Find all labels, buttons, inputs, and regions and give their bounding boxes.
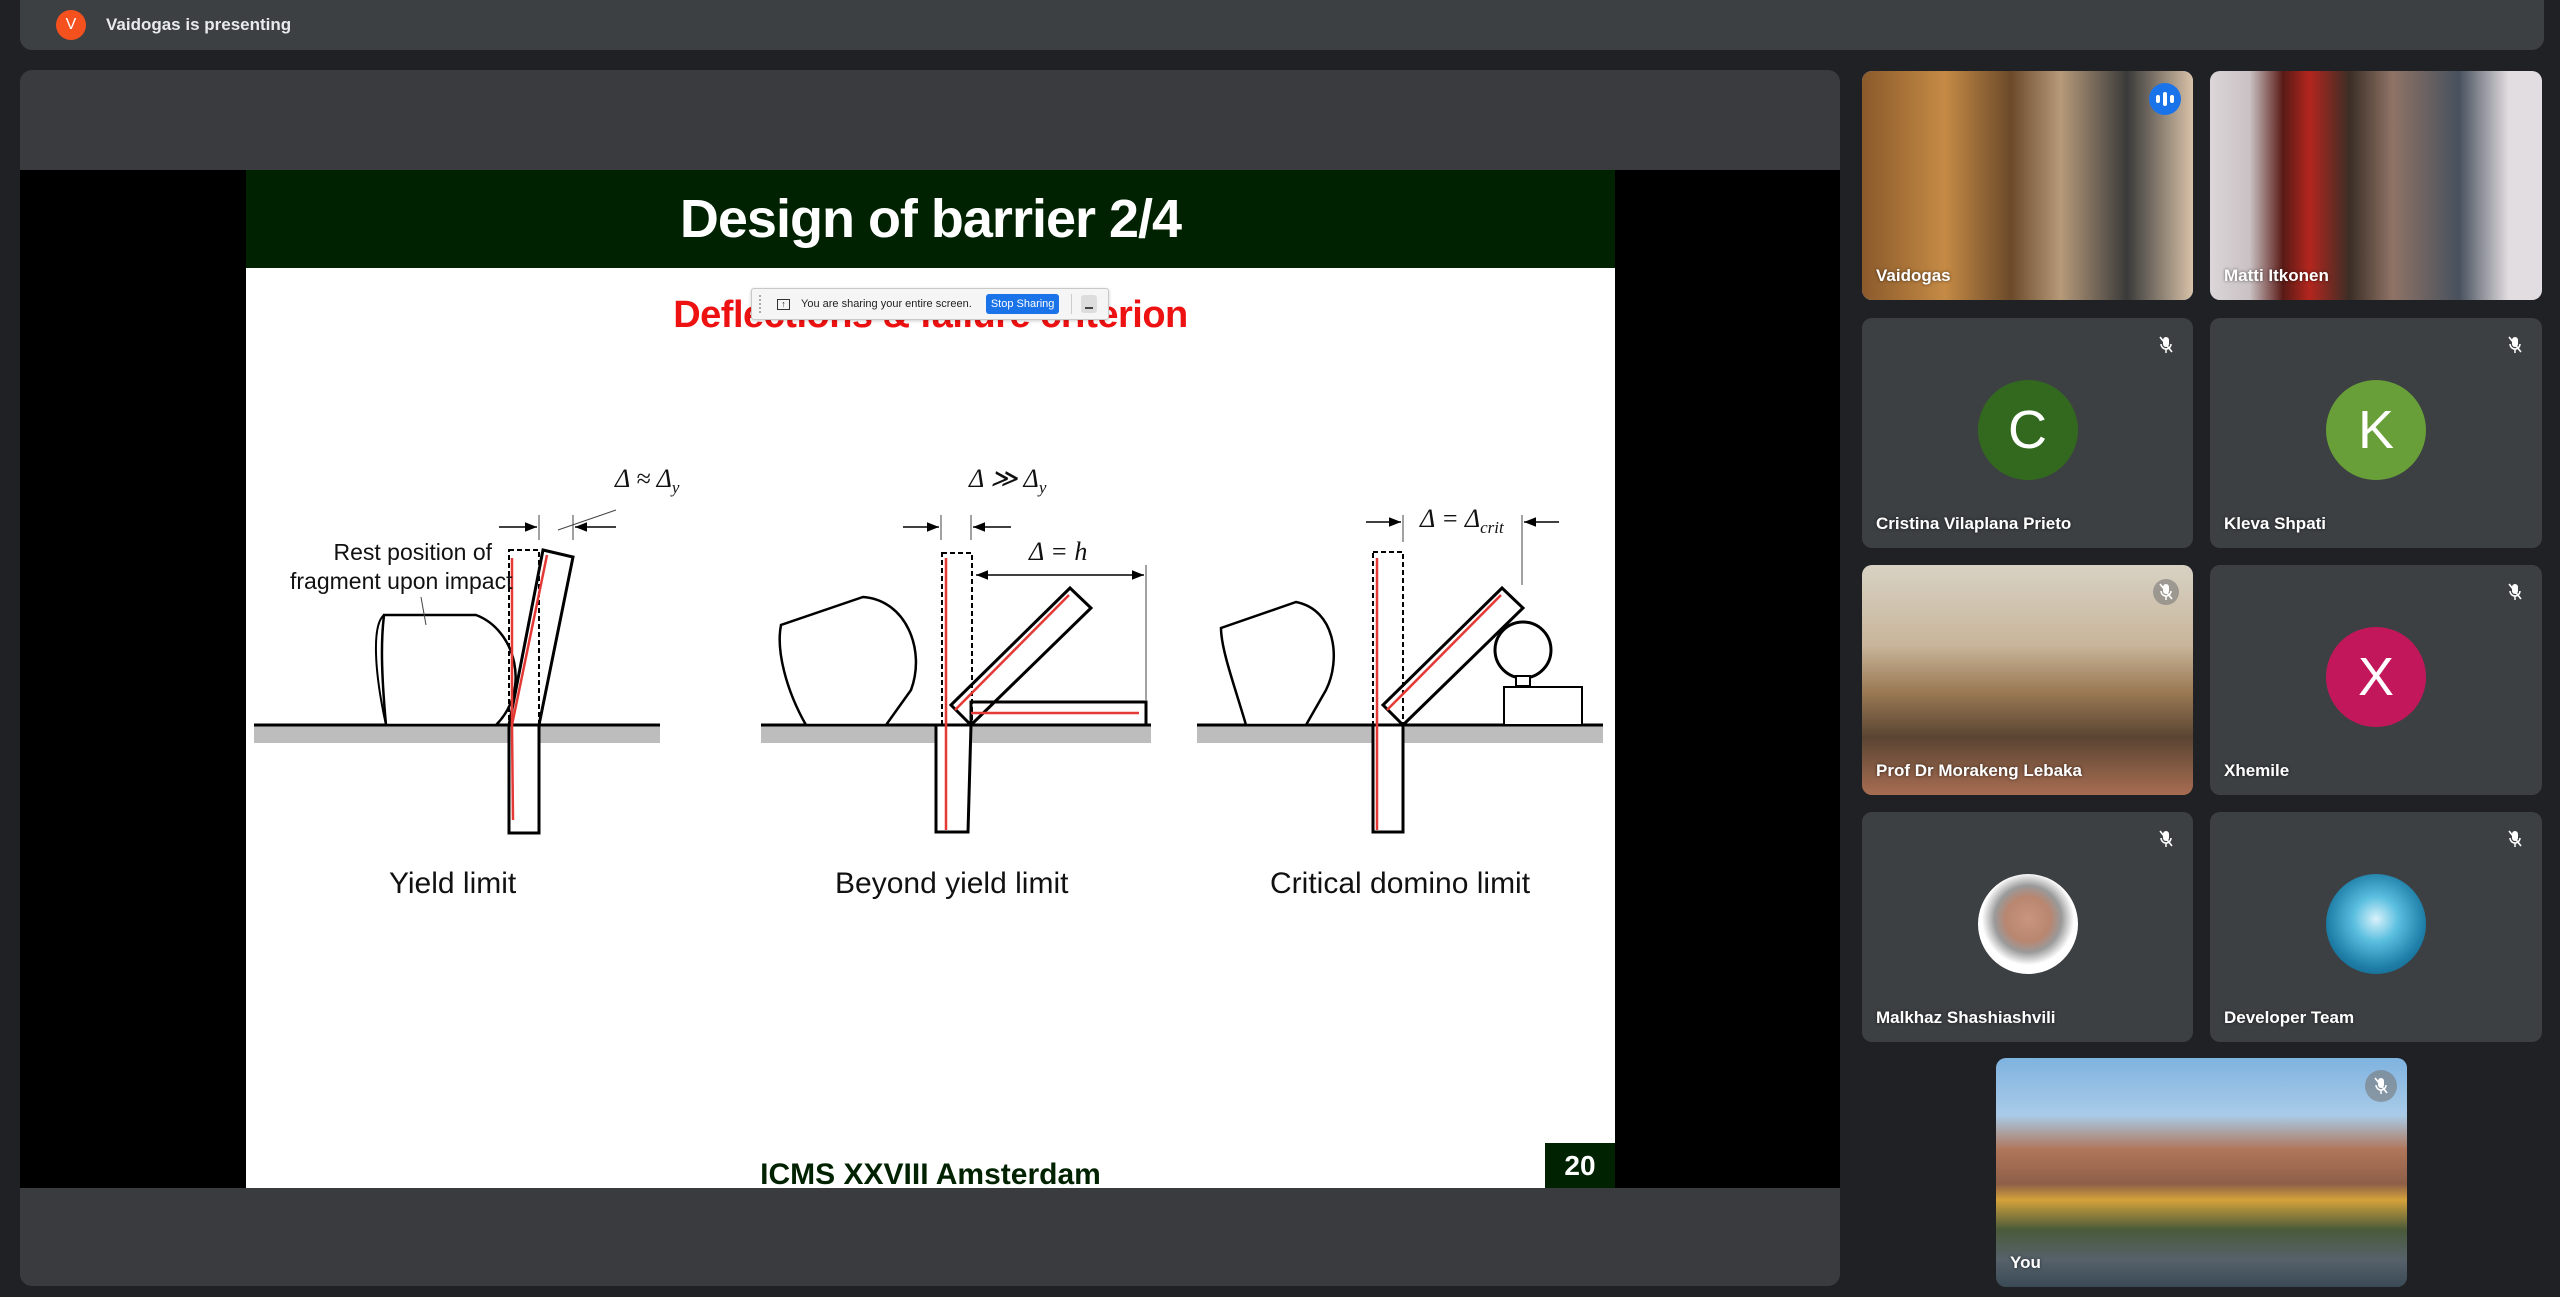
participant-name: Kleva Shpati bbox=[2224, 514, 2327, 533]
label-beyond-yield: Beyond yield limit bbox=[835, 867, 1069, 900]
participant-name: Cristina Vilaplana Prieto bbox=[1876, 514, 2072, 533]
ground bbox=[254, 725, 660, 743]
mic-off-icon bbox=[2502, 826, 2528, 852]
drag-handle-icon[interactable] bbox=[759, 295, 763, 313]
participant-tile-malkhaz[interactable]: Malkhaz Shashiashvili bbox=[1862, 812, 2193, 1042]
target-base bbox=[1503, 686, 1583, 726]
annotation-line-2: fragment upon impact bbox=[290, 568, 513, 594]
participant-tile-developer-team[interactable]: Developer Team bbox=[2210, 812, 2542, 1042]
mic-off-icon bbox=[2365, 1070, 2397, 1102]
self-video bbox=[1996, 1058, 2407, 1287]
mic-off-icon bbox=[2153, 826, 2179, 852]
participant-tile-cristina[interactable]: C Cristina Vilaplana Prieto bbox=[1862, 318, 2193, 548]
participant-name: Developer Team bbox=[2224, 1008, 2355, 1027]
minimize-button[interactable] bbox=[1081, 295, 1098, 313]
participant-name: Prof Dr Morakeng Lebaka bbox=[1876, 761, 2082, 780]
diagram-beyond-yield bbox=[761, 515, 1151, 834]
participant-tile-xhemile[interactable]: X Xhemile bbox=[2210, 565, 2542, 795]
slide-page-number: 20 bbox=[1545, 1143, 1615, 1188]
participant-tile-matti[interactable]: Matti Itkonen bbox=[2210, 71, 2542, 300]
share-message: You are sharing your entire screen. bbox=[801, 298, 972, 310]
label-yield-limit: Yield limit bbox=[389, 867, 517, 900]
stop-sharing-button[interactable]: Stop Sharing bbox=[985, 294, 1060, 314]
participant-tile-vaidogas[interactable]: Vaidogas bbox=[1862, 71, 2193, 300]
target-sphere bbox=[1493, 620, 1553, 680]
participant-photo bbox=[1977, 874, 2078, 974]
mic-off-icon bbox=[2502, 332, 2528, 358]
mic-off-icon bbox=[2502, 579, 2528, 605]
participant-tile-kleva[interactable]: K Kleva Shpati bbox=[2210, 318, 2542, 548]
participant-avatar: X bbox=[2326, 627, 2426, 727]
participant-tile-lebaka[interactable]: Prof Dr Morakeng Lebaka bbox=[1862, 565, 2193, 795]
dim-label-crit: Δ = Δcrit bbox=[1420, 504, 1504, 538]
self-view-tile[interactable]: You bbox=[1996, 1058, 2407, 1287]
diagram-critical-domino bbox=[1197, 515, 1603, 834]
participant-name: Matti Itkonen bbox=[2224, 266, 2329, 285]
presentation-panel[interactable]: Design of barrier 2/4 Deflections & fail… bbox=[20, 70, 1840, 1286]
dim-label-h: Δ = h bbox=[1029, 537, 1088, 566]
slide-footer: ICMS XXVIII Amsterdam bbox=[760, 1158, 1101, 1188]
fragment-shape bbox=[1219, 600, 1336, 727]
mic-off-icon bbox=[2153, 332, 2179, 358]
fragment-shape bbox=[778, 595, 918, 727]
participant-name: Xhemile bbox=[2224, 761, 2290, 780]
speaking-indicator-icon bbox=[2149, 83, 2181, 115]
shared-screen: Design of barrier 2/4 Deflections & fail… bbox=[20, 170, 1840, 1188]
target-support bbox=[1515, 675, 1531, 687]
dim-label-beyond: Δ ≫ Δy bbox=[969, 464, 1047, 498]
participant-name: Vaidogas bbox=[1876, 266, 1951, 285]
barrier-embedded bbox=[934, 723, 973, 834]
participant-avatar: K bbox=[2326, 380, 2426, 480]
presenting-status: Vaidogas is presenting bbox=[106, 15, 292, 34]
participant-photo bbox=[2326, 874, 2426, 974]
presenter-avatar: V bbox=[56, 10, 86, 40]
annotation-rest-position: Rest position of fragment upon impact bbox=[290, 538, 512, 596]
participant-name: You bbox=[2010, 1253, 2041, 1272]
participant-avatar: C bbox=[1977, 380, 2078, 480]
participant-name: Malkhaz Shashiashvili bbox=[1876, 1008, 2056, 1027]
fragment-shape bbox=[380, 613, 517, 727]
divider bbox=[1071, 294, 1073, 314]
slide: Design of barrier 2/4 Deflections & fail… bbox=[246, 170, 1615, 1188]
deflection-diagrams bbox=[254, 509, 1603, 835]
label-critical-domino: Critical domino limit bbox=[1270, 867, 1531, 900]
mic-off-icon bbox=[2153, 579, 2179, 605]
annotation-line-1: Rest position of bbox=[333, 539, 492, 565]
dim-label-yield: Δ ≈ Δy bbox=[615, 464, 680, 498]
presenting-bar: V Vaidogas is presenting bbox=[20, 0, 2544, 50]
share-screen-icon: ↑ bbox=[777, 298, 790, 310]
screen-share-bar: ↑ You are sharing your entire screen. St… bbox=[751, 288, 1109, 320]
